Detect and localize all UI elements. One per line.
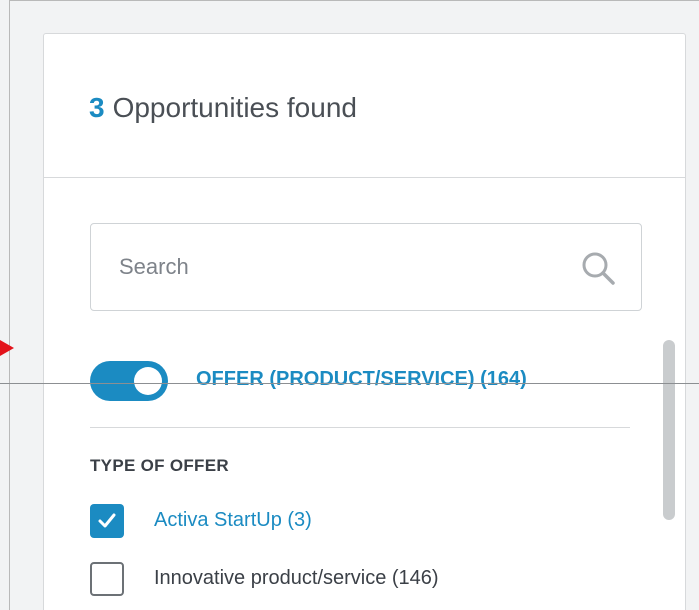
offer-toggle-row[interactable]: OFFER (PRODUCT/SERVICE) (164) [90,358,650,404]
filter-option-label[interactable]: Innovative product/service (146) [154,567,439,590]
panel-header: 3 Opportunities found [44,34,685,178]
filter-option-activa-startup[interactable]: Activa StartUp (3) [90,504,610,540]
search-input[interactable] [119,248,559,286]
red-arrow-icon [0,340,14,356]
offer-toggle-switch[interactable] [90,361,168,401]
section-divider [90,427,630,428]
offer-toggle-label[interactable]: OFFER (PRODUCT/SERVICE) (164) [196,368,527,391]
search-field[interactable] [90,223,642,311]
check-icon [98,513,116,528]
checkbox-checked[interactable] [90,504,124,538]
results-title: 3 Opportunities found [89,92,357,124]
search-icon[interactable] [579,249,617,287]
page: 3Opportunities found OFFER (PRODUCT/SERV… [0,0,699,610]
results-label: Opportunities found [112,92,357,123]
results-count: 3 [89,92,105,123]
annotation-line [0,383,699,384]
filter-option-innovative-product[interactable]: Innovative product/service (146) [90,562,610,598]
checkbox-unchecked[interactable] [90,562,124,596]
opportunities-filter-panel: 3Opportunities found OFFER (PRODUCT/SERV… [43,33,686,610]
filter-section-heading: TYPE OF OFFER [90,456,229,475]
toggle-knob [134,367,162,395]
scrollbar-thumb[interactable] [663,340,675,520]
filter-option-label[interactable]: Activa StartUp (3) [154,509,312,532]
